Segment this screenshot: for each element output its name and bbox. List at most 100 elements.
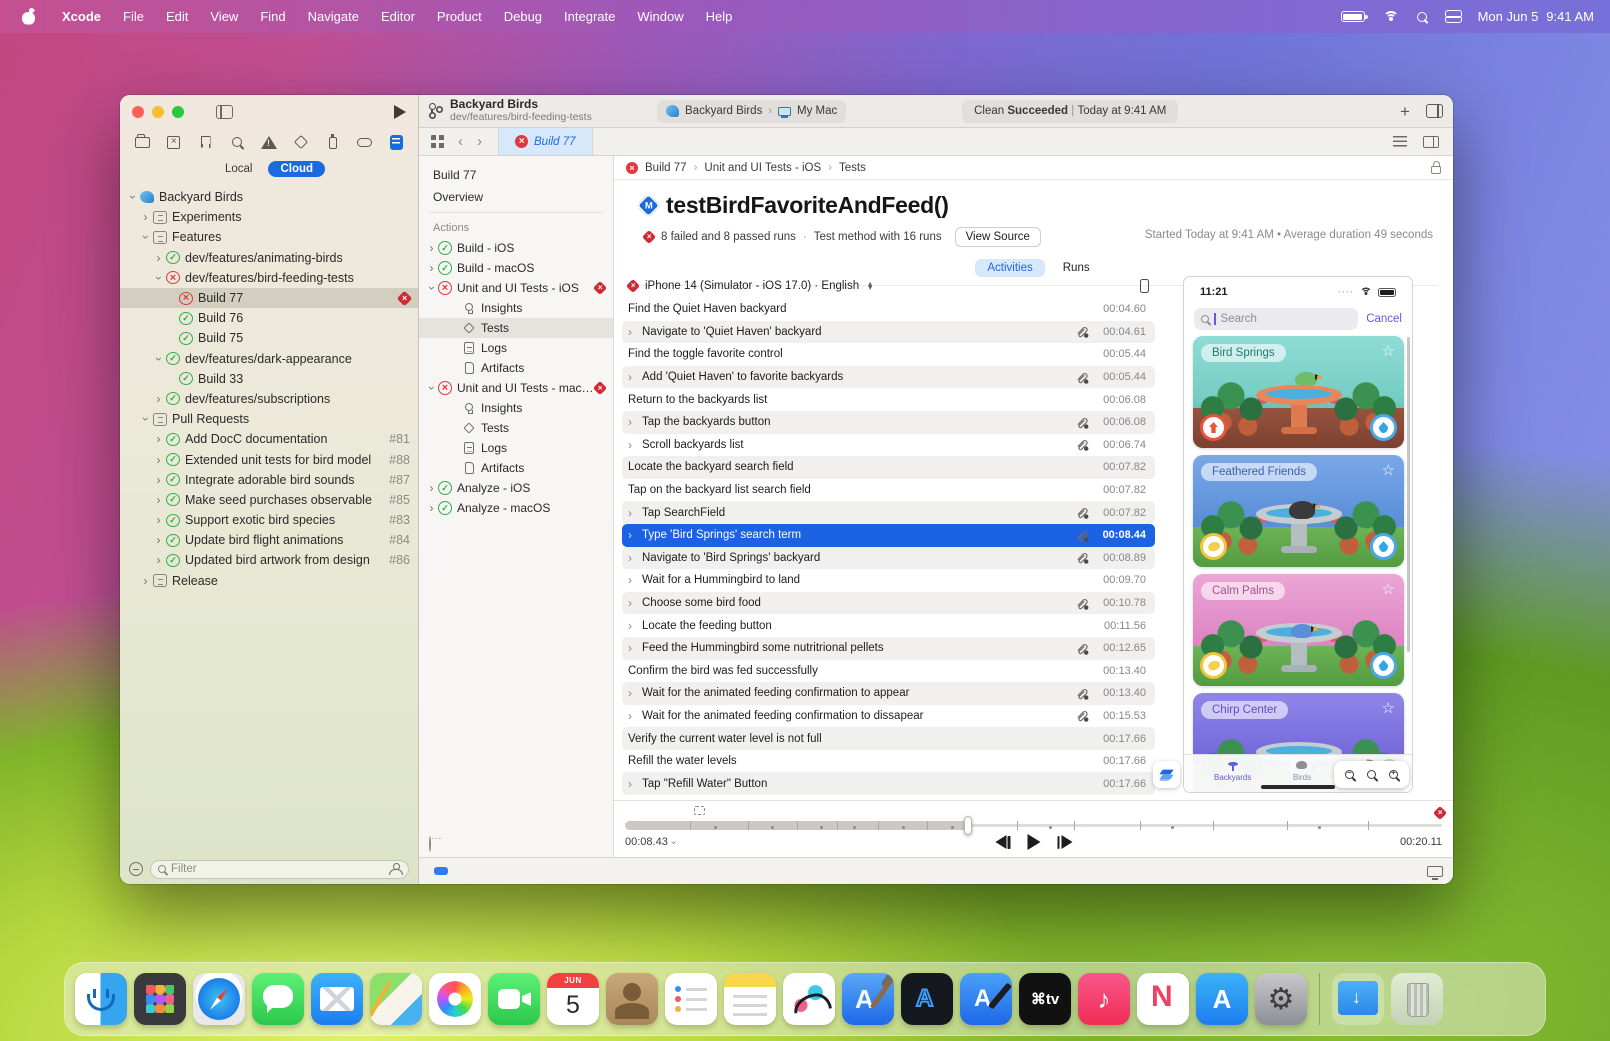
backyard-card[interactable]: Calm Palms ☆ bbox=[1193, 574, 1404, 686]
menu-clock[interactable]: Mon Jun 5 9:41 AM bbox=[1478, 9, 1594, 24]
add-button[interactable]: + bbox=[1400, 103, 1410, 120]
disclosure-chevron-icon[interactable]: › bbox=[628, 777, 642, 791]
tree-row[interactable]: Backyard Birds × bbox=[120, 187, 418, 207]
dock-item[interactable] bbox=[1332, 973, 1384, 1025]
dock-item[interactable] bbox=[1391, 973, 1443, 1025]
dock-item[interactable] bbox=[488, 973, 540, 1025]
action-row[interactable]: Logs × bbox=[419, 338, 613, 358]
menu-item[interactable]: Navigate bbox=[297, 9, 370, 24]
breakpoints-navigator-icon[interactable] bbox=[356, 135, 372, 150]
dock-item[interactable] bbox=[429, 973, 481, 1025]
test-step-row[interactable]: › Refill the water levels 00:17.66 bbox=[622, 750, 1155, 773]
step-backward-button[interactable] bbox=[995, 835, 1010, 849]
menu-item[interactable]: Debug bbox=[493, 9, 553, 24]
tree-row[interactable]: Pull Requests × bbox=[120, 409, 418, 429]
menu-item[interactable]: Window bbox=[626, 9, 694, 24]
action-row[interactable]: Insights × bbox=[419, 298, 613, 318]
water-gauge-badge[interactable] bbox=[1370, 533, 1397, 560]
disclosure-chevron-icon[interactable] bbox=[152, 453, 165, 467]
action-row[interactable]: Analyze - macOS × bbox=[419, 498, 613, 518]
disclosure-chevron-icon[interactable] bbox=[425, 261, 438, 275]
test-step-row[interactable]: › Find the toggle favorite control 00:05… bbox=[622, 343, 1155, 366]
dock-item[interactable] bbox=[724, 973, 776, 1025]
control-center-icon[interactable] bbox=[1445, 10, 1460, 23]
disclosure-chevron-icon[interactable]: › bbox=[628, 619, 642, 633]
view-source-button[interactable]: View Source bbox=[955, 227, 1041, 247]
test-step-row[interactable]: › Wait for the animated feeding confirma… bbox=[622, 705, 1155, 728]
test-step-row[interactable]: › Tap "Refill Water" Button 00:17.66 bbox=[622, 772, 1155, 795]
scope-cloud-button[interactable]: Cloud bbox=[268, 161, 325, 177]
display-icon[interactable] bbox=[1427, 866, 1443, 877]
breadcrumb-tests[interactable]: Tests bbox=[839, 162, 866, 174]
test-step-row[interactable]: › Wait for the animated feeding confirma… bbox=[622, 682, 1155, 705]
snapshot-icon[interactable] bbox=[694, 806, 705, 815]
dock-item[interactable] bbox=[252, 973, 304, 1025]
test-step-row[interactable]: › Feed the Hummingbird some nutritrional… bbox=[622, 637, 1155, 660]
destination-name[interactable]: My Mac bbox=[797, 105, 837, 117]
disclosure-chevron-icon[interactable]: › bbox=[628, 573, 642, 587]
disclosure-chevron-icon[interactable] bbox=[152, 513, 165, 527]
step-forward-button[interactable] bbox=[1057, 835, 1072, 849]
cancel-button[interactable]: Cancel bbox=[1366, 313, 1402, 325]
tab-overview-icon[interactable] bbox=[431, 135, 444, 148]
disclosure-chevron-icon[interactable]: › bbox=[628, 325, 642, 339]
tab-runs[interactable]: Runs bbox=[1051, 259, 1102, 277]
dock-item[interactable] bbox=[1078, 973, 1130, 1025]
dock-item[interactable]: ⌘tv bbox=[1019, 973, 1071, 1025]
disclosure-chevron-icon[interactable]: › bbox=[628, 641, 642, 655]
disclosure-chevron-icon[interactable]: › bbox=[628, 506, 642, 520]
disclosure-chevron-icon[interactable]: › bbox=[628, 686, 642, 700]
disclosure-chevron-icon[interactable] bbox=[152, 251, 165, 265]
dock-item[interactable] bbox=[842, 973, 894, 1025]
report-build-title[interactable]: Build 77 bbox=[419, 164, 613, 186]
test-step-row[interactable]: › Navigate to 'Bird Springs' backyard 00… bbox=[622, 547, 1155, 570]
menu-item[interactable]: Find bbox=[249, 9, 296, 24]
test-step-row[interactable]: › Choose some bird food 00:10.78 bbox=[622, 592, 1155, 615]
attachment-paperclip-icon[interactable] bbox=[1075, 709, 1089, 722]
app-screenshot[interactable]: 11:21 ···· bbox=[1183, 276, 1413, 793]
playhead[interactable] bbox=[964, 816, 972, 835]
disclosure-chevron-icon[interactable] bbox=[152, 432, 165, 446]
test-step-row[interactable]: › Wait for a Hummingbird to land 00:09.7… bbox=[622, 569, 1155, 592]
disclosure-chevron-icon[interactable]: › bbox=[628, 551, 642, 565]
backyard-card[interactable]: Bird Springs ☆ bbox=[1193, 336, 1404, 448]
breadcrumb-build[interactable]: Build 77 bbox=[645, 162, 687, 174]
attachment-paperclip-icon[interactable] bbox=[1075, 642, 1089, 655]
attachment-paperclip-icon[interactable] bbox=[1075, 438, 1089, 451]
menu-item[interactable]: File bbox=[112, 9, 155, 24]
report-overview-link[interactable]: Overview bbox=[419, 186, 613, 212]
test-step-row[interactable]: › Locate the backyard search field 00:07… bbox=[622, 456, 1155, 479]
dock-item[interactable] bbox=[134, 973, 186, 1025]
menu-item[interactable]: Edit bbox=[155, 9, 199, 24]
tree-row[interactable]: Integrate adorable bird sounds #87 × bbox=[120, 470, 418, 490]
test-step-row[interactable]: › Find the Quiet Haven backyard 00:04.60 bbox=[622, 298, 1155, 321]
tree-row[interactable]: Support exotic bird species #83 × bbox=[120, 510, 418, 530]
test-step-row[interactable]: › Verify the current water level is not … bbox=[622, 727, 1155, 750]
dock-item[interactable] bbox=[75, 973, 127, 1025]
menu-item[interactable]: Product bbox=[426, 9, 493, 24]
disclosure-chevron-icon[interactable] bbox=[152, 392, 165, 406]
warnings-navigator-icon[interactable] bbox=[261, 135, 277, 150]
run-button[interactable] bbox=[394, 105, 406, 119]
tree-row[interactable]: Build 77 × bbox=[120, 288, 418, 308]
menu-item[interactable]: Integrate bbox=[553, 9, 626, 24]
device-screenshot-icon[interactable] bbox=[1140, 279, 1149, 293]
water-gauge-badge[interactable] bbox=[1370, 414, 1397, 441]
disclosure-chevron-icon[interactable] bbox=[152, 553, 165, 567]
disclosure-chevron-icon[interactable] bbox=[152, 352, 165, 366]
disclosure-chevron-icon[interactable]: › bbox=[628, 596, 642, 610]
disclosure-chevron-icon[interactable] bbox=[139, 412, 152, 426]
attachment-paperclip-icon[interactable] bbox=[1075, 551, 1089, 564]
dock-item[interactable] bbox=[1137, 973, 1189, 1025]
tree-row[interactable]: dev/features/bird-feeding-tests × bbox=[120, 268, 418, 288]
tree-row[interactable]: Build 75 × bbox=[120, 328, 418, 348]
favorite-star-icon[interactable]: ☆ bbox=[1382, 461, 1395, 479]
dock-item[interactable] bbox=[901, 973, 953, 1025]
activity-status[interactable]: Clean Succeeded | Today at 9:41 AM bbox=[962, 100, 1178, 123]
dock-item[interactable] bbox=[783, 973, 835, 1025]
tree-row[interactable]: dev/features/animating-birds × bbox=[120, 248, 418, 268]
attachment-paperclip-icon[interactable] bbox=[1075, 687, 1089, 700]
current-time[interactable]: 00:08.43› bbox=[625, 836, 675, 848]
attachment-paperclip-icon[interactable] bbox=[1075, 416, 1089, 429]
tree-row[interactable]: Extended unit tests for bird model #88 × bbox=[120, 449, 418, 469]
